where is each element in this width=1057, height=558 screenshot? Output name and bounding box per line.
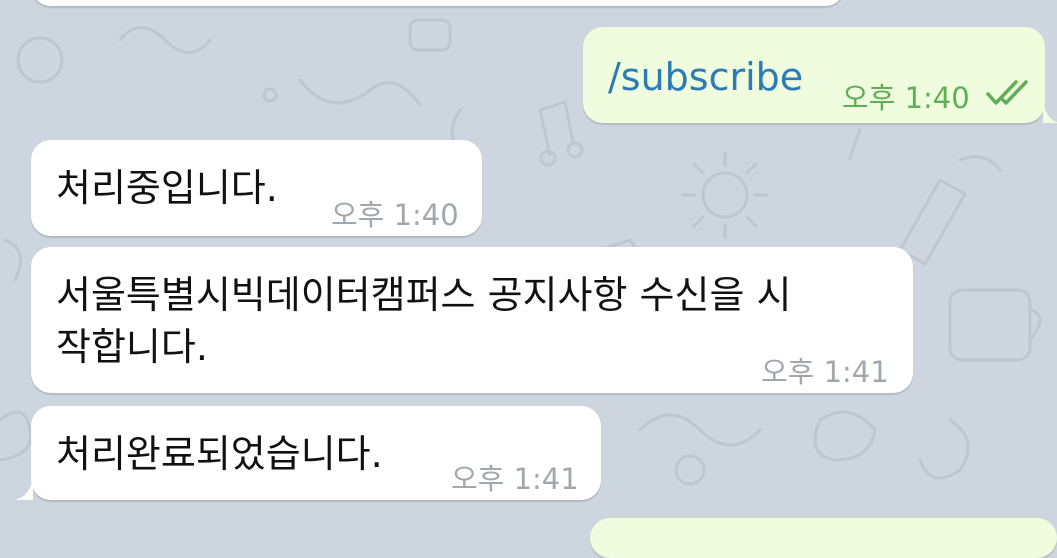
message-time: 오후 1:41 bbox=[451, 462, 579, 496]
message-text: 처리중입니다. bbox=[56, 166, 278, 210]
incoming-message-bubble[interactable]: 처리중입니다. 오후 1:40 bbox=[31, 140, 482, 236]
message-time: 오후 1:40 bbox=[842, 81, 970, 115]
bubble-tail bbox=[1043, 99, 1057, 123]
message-time: 오후 1:41 bbox=[761, 355, 889, 389]
subscribe-command-link[interactable]: /subscribe bbox=[608, 51, 803, 103]
message-bubble-partial-bottom bbox=[590, 518, 1057, 558]
double-check-icon bbox=[986, 80, 1028, 105]
message-bubble-partial-top bbox=[31, 0, 845, 6]
message-text-line-2: 작합니다. bbox=[56, 325, 208, 369]
message-text: 처리완료되었습니다. bbox=[56, 432, 383, 476]
message-text-line-1: 서울특별시빅데이터캠퍼스 공지사항 수신을 시 bbox=[56, 273, 792, 317]
bubble-tail bbox=[15, 476, 33, 500]
message-time: 오후 1:40 bbox=[331, 198, 459, 232]
incoming-message-bubble[interactable]: 서울특별시빅데이터캠퍼스 공지사항 수신을 시 작합니다. 오후 1:41 bbox=[31, 247, 913, 393]
outgoing-message-bubble[interactable]: /subscribe 오후 1:40 bbox=[583, 27, 1045, 123]
incoming-message-bubble[interactable]: 처리완료되었습니다. 오후 1:41 bbox=[31, 406, 601, 500]
